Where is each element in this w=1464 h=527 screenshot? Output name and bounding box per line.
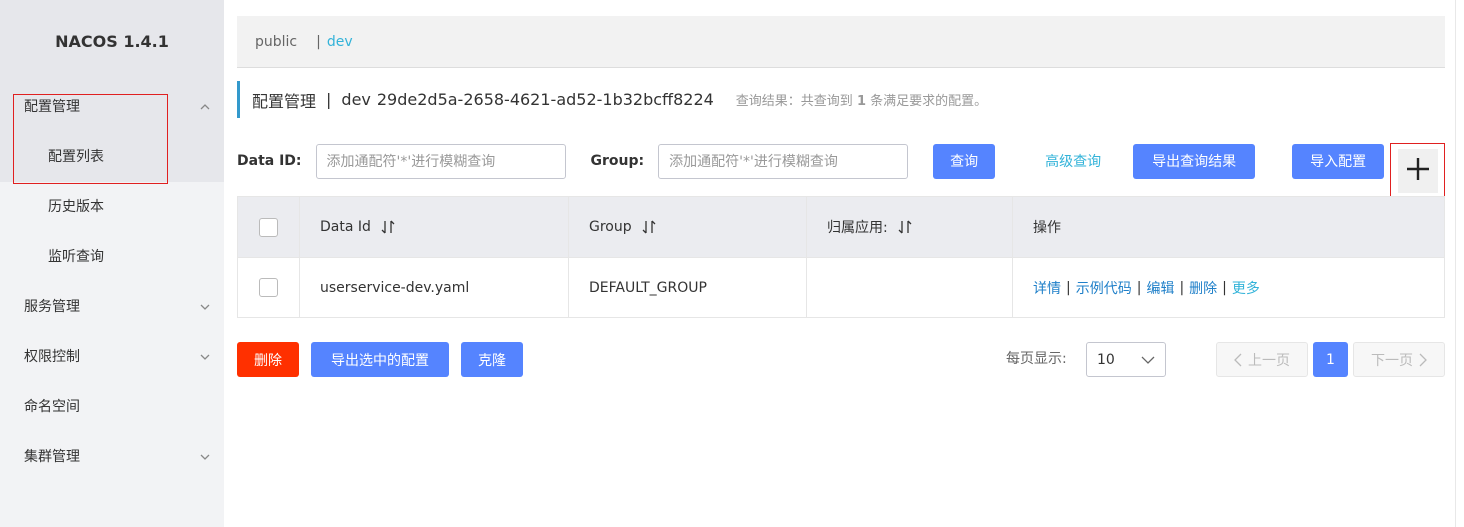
sort-icon[interactable] <box>642 220 656 234</box>
page-button-current[interactable]: 1 <box>1313 342 1348 377</box>
namespace-separator: | <box>316 33 321 50</box>
sidebar-item-label: 命名空间 <box>24 399 80 415</box>
config-table: Data Id Group 归属应用: 操作 userservice-dev.y… <box>237 196 1445 318</box>
export-selected-button[interactable]: 导出选中的配置 <box>311 342 449 377</box>
title-separator: | <box>326 90 332 109</box>
column-header-app[interactable]: 归属应用: <box>807 197 1013 257</box>
delete-link[interactable]: 删除 <box>1189 278 1217 298</box>
dataid-input[interactable]: 添加通配符'*'进行模糊查询 <box>315 143 566 179</box>
add-config-button[interactable] <box>1397 148 1438 193</box>
sidebar-item-listener-query[interactable]: 监听查询 <box>0 232 224 282</box>
namespace-bar: public | dev <box>237 16 1445 68</box>
cell-group: DEFAULT_GROUP <box>569 258 807 317</box>
table-row: userservice-dev.yaml DEFAULT_GROUP 详情 | … <box>238 257 1444 317</box>
sidebar-item-label: 配置管理 <box>24 99 80 115</box>
import-config-button[interactable]: 导入配置 <box>1292 143 1385 179</box>
scrollbar-track <box>1455 0 1456 527</box>
clone-button[interactable]: 克隆 <box>461 342 523 377</box>
chevron-down-icon <box>198 332 212 382</box>
app-title: NACOS 1.4.1 <box>0 0 224 82</box>
page-title-row: 配置管理 | dev 29de2d5a-2658-4621-ad52-1b32b… <box>237 81 987 118</box>
sidebar-item-cluster-management[interactable]: 集群管理 <box>0 432 224 482</box>
edit-link[interactable]: 编辑 <box>1146 278 1174 298</box>
sidebar-item-label: 配置列表 <box>48 149 104 165</box>
page-title: 配置管理 <box>252 91 317 111</box>
chevron-right-icon <box>1419 353 1427 367</box>
chevron-left-icon <box>1234 353 1242 367</box>
query-result-count: 1 <box>856 94 866 109</box>
sidebar: NACOS 1.4.1 配置管理 配置列表 历史版本 监听查询 服务管理 权限控… <box>0 0 224 527</box>
more-link[interactable]: 更多 <box>1232 278 1260 298</box>
chevron-up-icon <box>198 82 212 132</box>
table-header-row: Data Id Group 归属应用: 操作 <box>238 197 1444 257</box>
export-results-button[interactable]: 导出查询结果 <box>1133 143 1256 179</box>
chevron-down-icon <box>198 282 212 332</box>
search-row: Data ID: 添加通配符'*'进行模糊查询 Group: 添加通配符'*'进… <box>237 143 1385 179</box>
query-button[interactable]: 查询 <box>933 143 996 179</box>
sidebar-item-config-list[interactable]: 配置列表 <box>0 132 224 182</box>
sidebar-item-label: 集群管理 <box>24 449 80 465</box>
dataid-label: Data ID: <box>237 153 302 169</box>
cell-actions: 详情 | 示例代码 | 编辑 | 删除 | 更多 <box>1033 278 1260 298</box>
sample-code-link[interactable]: 示例代码 <box>1076 278 1132 298</box>
advanced-query-link[interactable]: 高级查询 <box>1045 151 1101 171</box>
row-checkbox[interactable] <box>259 278 278 297</box>
sidebar-item-label: 历史版本 <box>48 199 104 215</box>
namespace-public-link[interactable]: public <box>255 34 297 50</box>
chevron-down-icon <box>198 432 212 482</box>
group-label: Group: <box>590 153 645 169</box>
sort-icon[interactable] <box>381 220 395 234</box>
chevron-down-icon <box>1141 354 1155 370</box>
title-namespace-id: 29de2d5a-2658-4621-ad52-1b32bcff8224 <box>376 90 714 109</box>
page-size-label: 每页显示: <box>1006 351 1067 367</box>
detail-link[interactable]: 详情 <box>1033 278 1061 298</box>
sidebar-item-label: 监听查询 <box>48 249 104 265</box>
sort-icon[interactable] <box>898 220 912 234</box>
sidebar-item-label: 服务管理 <box>24 299 80 315</box>
plus-icon <box>1405 156 1431 186</box>
cell-data-id: userservice-dev.yaml <box>300 258 569 317</box>
page-size-select[interactable]: 10 <box>1086 342 1166 377</box>
column-header-actions: 操作 <box>1033 220 1061 236</box>
namespace-dev-link[interactable]: dev <box>327 34 353 50</box>
sidebar-item-history[interactable]: 历史版本 <box>0 182 224 232</box>
cell-app <box>807 258 1013 317</box>
delete-button[interactable]: 删除 <box>237 342 299 377</box>
group-input[interactable]: 添加通配符'*'进行模糊查询 <box>658 143 909 179</box>
sidebar-item-namespace[interactable]: 命名空间 <box>0 382 224 432</box>
highlight-box <box>1390 143 1445 198</box>
select-all-checkbox[interactable] <box>259 217 278 237</box>
next-page-button[interactable]: 下一页 <box>1353 342 1445 377</box>
sidebar-item-config-management[interactable]: 配置管理 <box>0 82 224 132</box>
column-header-group[interactable]: Group <box>569 197 807 257</box>
title-namespace: dev <box>341 90 371 109</box>
prev-page-button[interactable]: 上一页 <box>1216 342 1308 377</box>
sidebar-item-label: 权限控制 <box>24 349 80 365</box>
sidebar-item-permission-control[interactable]: 权限控制 <box>0 332 224 382</box>
column-header-data-id[interactable]: Data Id <box>300 197 569 257</box>
table-footer: 删除 导出选中的配置 克隆 每页显示: 10 上一页 1 下一页 <box>237 342 1445 377</box>
query-result-text: 查询结果：共查询到 1 条满足要求的配置。 <box>735 94 988 109</box>
sidebar-item-service-management[interactable]: 服务管理 <box>0 282 224 332</box>
